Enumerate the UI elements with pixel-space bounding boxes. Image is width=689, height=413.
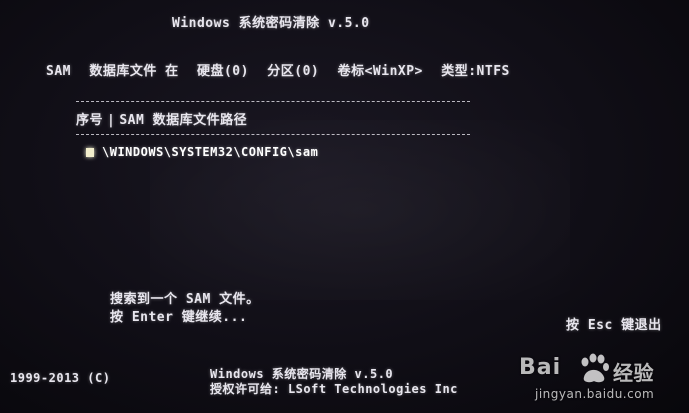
esc-exit-prompt: 按 Esc 键退出 — [566, 318, 662, 333]
watermark-url: jingyan.baidu.com — [535, 387, 655, 401]
found-message: 搜索到一个 SAM 文件。 — [110, 292, 260, 307]
disk-value: 硬盘(0) — [196, 64, 249, 79]
column-path: SAM 数据库文件路径 — [119, 113, 248, 128]
baidu-paw-icon — [581, 353, 609, 383]
selection-cursor-icon — [86, 148, 94, 157]
table-header: 序号 | SAM 数据库文件路径 — [76, 113, 247, 129]
table-header-divider — [76, 134, 470, 135]
sam-file-path: \WINDOWS\SYSTEM32\CONFIG\sam — [102, 145, 319, 159]
partition-value: 分区(0) — [267, 64, 320, 79]
continue-prompt: 按 Enter 键继续... — [110, 310, 248, 325]
footer-license: 授权许可给: LSoft Technologies Inc — [210, 382, 458, 396]
footer-copyright: 1999-2013 (C) — [10, 371, 111, 385]
table-row[interactable]: \WINDOWS\SYSTEM32\CONFIG\sam — [86, 144, 318, 160]
database-label: 数据库文件 在 — [89, 64, 179, 79]
dos-screen: Windows 系统密码清除 v.5.0 SAM 数据库文件 在 硬盘(0) 分… — [0, 0, 689, 413]
watermark-brand: Bai — [519, 355, 562, 380]
column-index: 序号 — [76, 113, 104, 128]
column-separator: | — [107, 113, 116, 128]
fs-type-value: 类型:NTFS — [441, 64, 510, 79]
sam-location-info: SAM 数据库文件 在 硬盘(0) 分区(0) 卷标<WinXP> 类型:NTF… — [46, 64, 520, 80]
volume-value: 卷标<WinXP> — [337, 64, 423, 79]
app-title: Windows 系统密码清除 v.5.0 — [172, 16, 370, 31]
table-top-divider — [76, 101, 470, 102]
baidu-jingyan-watermark: Bai 经验 jingyan.baidu.com — [515, 353, 685, 409]
watermark-brand-suffix: 经验 — [613, 361, 654, 385]
sam-label: SAM — [46, 64, 71, 79]
footer-product: Windows 系统密码清除 v.5.0 — [210, 367, 394, 381]
